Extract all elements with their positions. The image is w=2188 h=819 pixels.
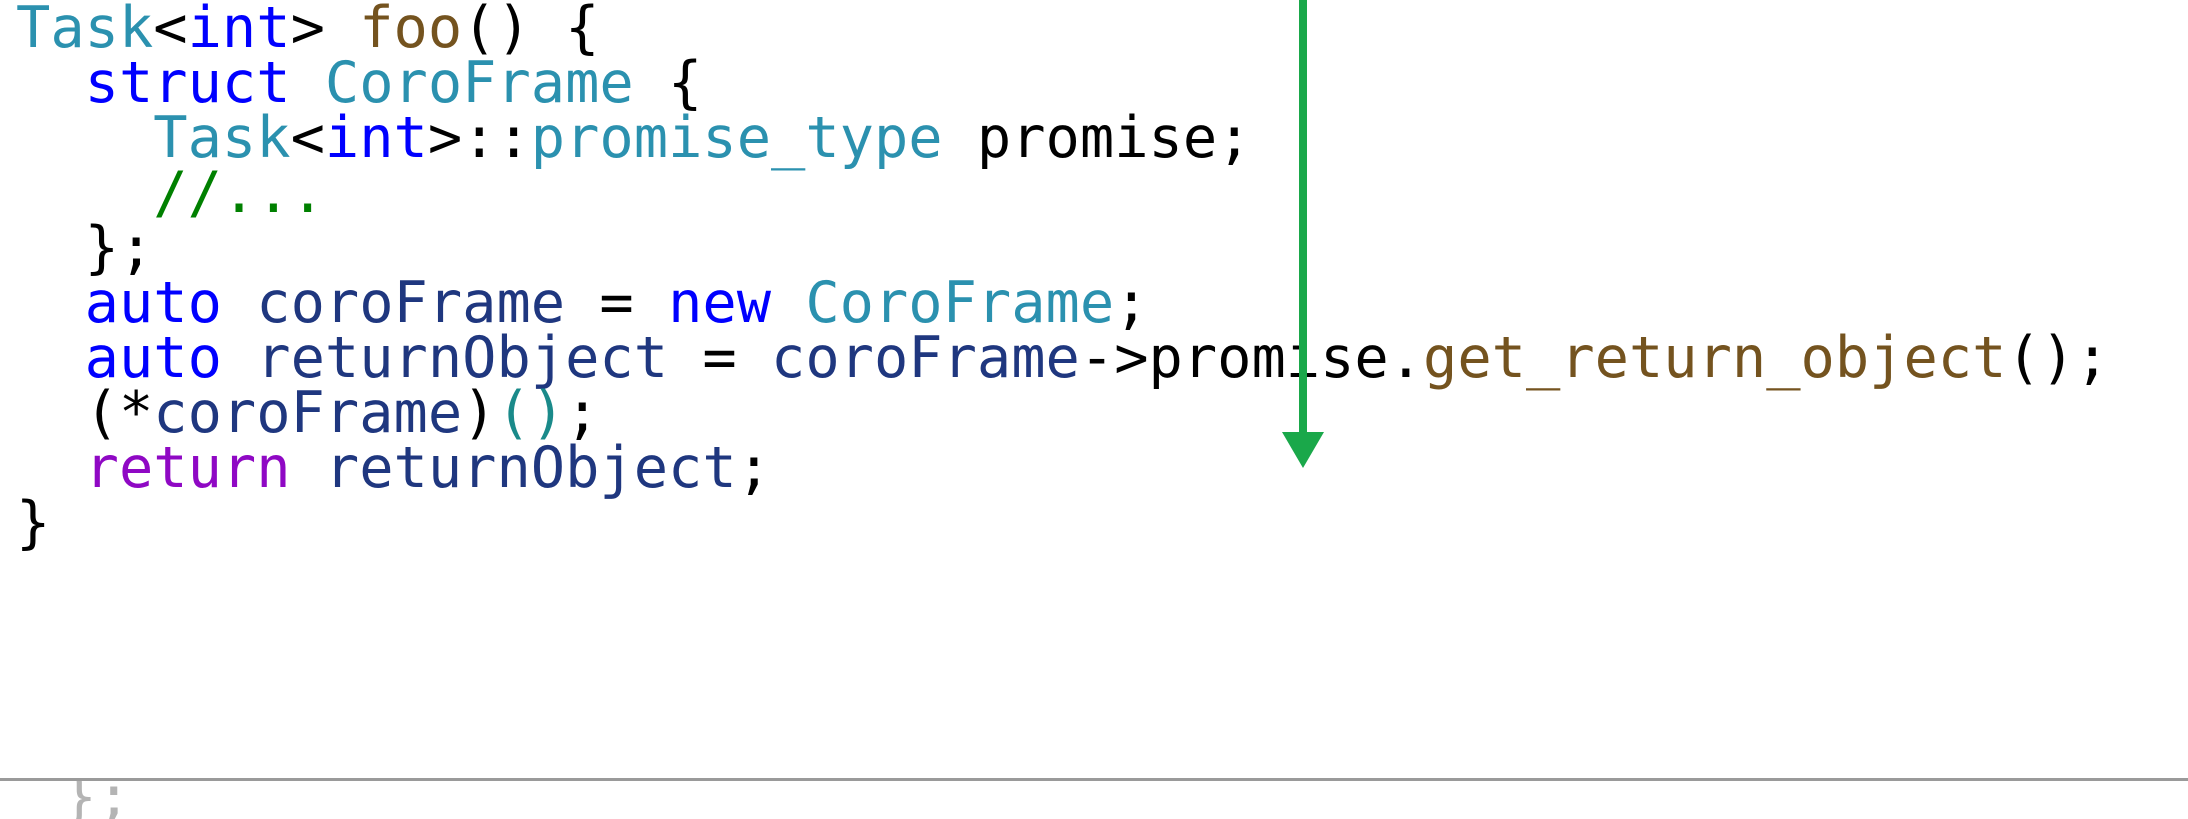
down-arrow-icon: [1282, 0, 1324, 468]
code-token-plain: promise;: [942, 105, 1252, 171]
code-token-plain: }: [16, 490, 51, 556]
code-editor-pane: Task<int> foo() { struct CoroFrame { Tas…: [0, 0, 2188, 778]
lower-pane: };: [0, 781, 2188, 819]
code-token-type: promise_type: [530, 105, 943, 171]
arrow-shaft: [1299, 0, 1307, 440]
code-token-function: get_return_object: [1423, 325, 2007, 391]
code-token-plain: >::: [427, 105, 531, 171]
code-token-plain: =: [668, 325, 772, 391]
code-line: return returnObject;: [16, 430, 771, 506]
code-token-variable: returnObject: [324, 435, 737, 501]
code-line: }: [16, 485, 50, 561]
code-token-keyword: int: [324, 105, 428, 171]
code-token-control: return: [84, 435, 291, 501]
code-token-comment: //...: [153, 160, 325, 226]
code-token-plain: ();: [2006, 325, 2110, 391]
code-token-plain: ->promise.: [1079, 325, 1424, 391]
code-token-variable: coroFrame: [771, 325, 1080, 391]
arrow-head: [1282, 432, 1324, 468]
code-token-plain: ;: [736, 435, 772, 501]
faded-code-line: };: [28, 781, 131, 819]
